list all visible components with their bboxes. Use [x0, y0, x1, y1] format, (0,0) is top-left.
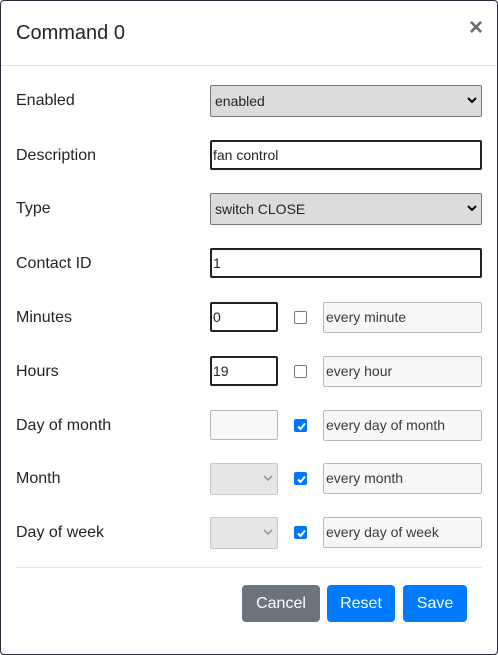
- type-label: Type: [16, 200, 51, 217]
- type-select[interactable]: switch CLOSE: [210, 193, 482, 225]
- contact-id-label: Contact ID: [16, 255, 92, 272]
- hours-row: Hours 19 every hour: [1, 356, 497, 388]
- save-button[interactable]: Save: [403, 585, 467, 622]
- description-input[interactable]: fan control: [210, 140, 482, 170]
- enabled-select[interactable]: enabled: [210, 85, 482, 117]
- every-hour-checkbox[interactable]: [294, 365, 307, 378]
- month-label: Month: [16, 470, 61, 487]
- minutes-label: Minutes: [16, 309, 73, 326]
- contact-id-input[interactable]: 1: [210, 248, 482, 278]
- day-of-week-label: Day of week: [16, 524, 105, 541]
- modal-header: Command 0 ×: [1, 1, 497, 66]
- checkmark-icon: [297, 475, 306, 484]
- minutes-input[interactable]: 0: [210, 302, 278, 332]
- every-day-of-month-checkbox[interactable]: [294, 419, 307, 432]
- chevron-down-icon: [467, 205, 477, 212]
- day-of-week-select[interactable]: [210, 517, 278, 549]
- description-label: Description: [16, 147, 97, 164]
- chevron-down-icon: [263, 475, 273, 482]
- every-day-of-month-field: every day of month: [323, 410, 482, 441]
- chevron-down-icon: [467, 97, 477, 104]
- minutes-row: Minutes 0 every minute: [1, 302, 497, 334]
- enabled-label: Enabled: [16, 92, 75, 109]
- every-month-checkbox[interactable]: [294, 472, 307, 485]
- day-of-month-input[interactable]: [210, 410, 278, 440]
- close-button[interactable]: ×: [469, 16, 483, 40]
- modal-title: Command 0: [16, 22, 125, 44]
- command-modal: Command 0 × Enabled enabled Description …: [0, 0, 498, 655]
- every-month-field: every month: [323, 463, 482, 494]
- cancel-button[interactable]: Cancel: [242, 585, 320, 622]
- hours-input[interactable]: 19: [210, 356, 278, 386]
- checkmark-icon: [297, 422, 306, 431]
- month-select[interactable]: [210, 463, 278, 495]
- month-row: Month every month: [1, 463, 497, 495]
- day-of-week-row: Day of week every day of week: [1, 517, 497, 549]
- enabled-select-value: enabled: [215, 93, 265, 109]
- chevron-down-icon: [263, 529, 273, 536]
- day-of-month-row: Day of month every day of month: [1, 410, 497, 442]
- checkmark-icon: [297, 529, 306, 538]
- footer-divider: [16, 567, 482, 568]
- every-day-of-week-field: every day of week: [323, 517, 482, 548]
- contact-id-row: Contact ID 1: [1, 248, 497, 280]
- description-row: Description fan control: [1, 140, 497, 172]
- enabled-row: Enabled enabled: [1, 85, 497, 117]
- every-minute-field: every minute: [323, 302, 482, 333]
- every-day-of-week-checkbox[interactable]: [294, 526, 307, 539]
- type-select-value: switch CLOSE: [215, 201, 306, 217]
- every-minute-checkbox[interactable]: [294, 311, 307, 324]
- hours-label: Hours: [16, 363, 59, 380]
- every-hour-field: every hour: [323, 356, 482, 387]
- day-of-month-label: Day of month: [16, 417, 112, 434]
- type-row: Type switch CLOSE: [1, 193, 497, 225]
- reset-button[interactable]: Reset: [327, 585, 395, 622]
